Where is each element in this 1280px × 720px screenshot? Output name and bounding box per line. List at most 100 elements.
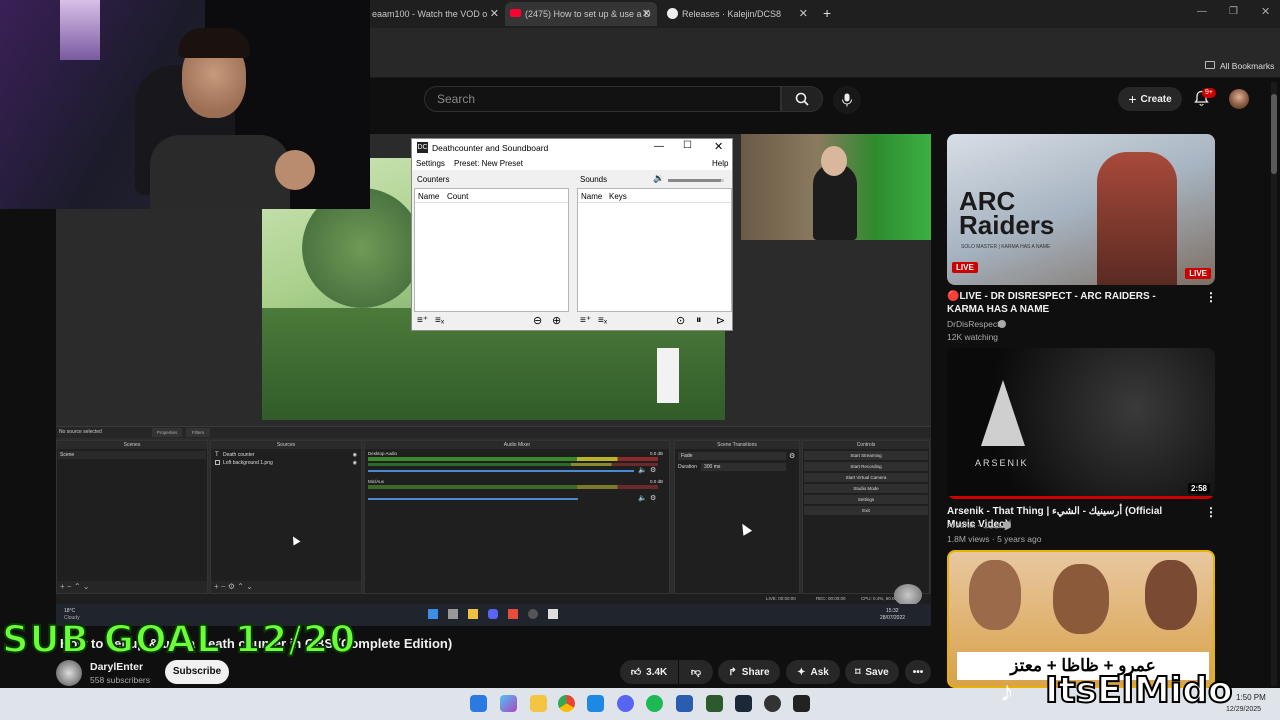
down-icon[interactable]: ⌄ [83, 582, 90, 591]
gear-icon[interactable]: ⚙ [789, 452, 795, 460]
avatar[interactable] [1229, 89, 1249, 109]
store-icon[interactable] [587, 695, 604, 712]
transition-select[interactable]: Fade [678, 452, 786, 460]
windows-start-icon[interactable] [470, 695, 487, 712]
subscribe-button[interactable]: Subscribe [165, 660, 229, 684]
folder-icon[interactable] [468, 609, 478, 619]
create-button[interactable]: + Create [1118, 87, 1182, 111]
sidebar-thumbnail[interactable]: ARC Raiders SOLO MASTER | KARMA HAS A NA… [947, 134, 1215, 285]
pause-icon[interactable]: ⏸ [696, 314, 702, 327]
menu-help[interactable]: Help [712, 159, 728, 168]
clear-counters-icon[interactable]: ≡ₓ [435, 315, 444, 326]
eye-icon[interactable]: ◉ [353, 451, 357, 459]
stop-icon[interactable]: ⊙ [676, 314, 685, 327]
page-scrollbar[interactable] [1271, 82, 1277, 686]
sidebar-thumbnail[interactable]: ARSENIK 2:58 [947, 348, 1215, 499]
discord-icon[interactable] [488, 609, 498, 619]
file-explorer-icon[interactable] [530, 695, 547, 712]
decrement-icon[interactable]: ⊖ [533, 314, 542, 327]
app-icon[interactable] [706, 695, 723, 712]
steam-icon[interactable] [735, 695, 752, 712]
gear-icon[interactable]: ⚙ [228, 582, 235, 591]
volume-slider[interactable] [368, 498, 578, 500]
deathcounter-app-icon[interactable] [793, 695, 810, 712]
add-icon[interactable]: + [214, 582, 219, 591]
properties-button[interactable]: Properties [152, 428, 182, 437]
add-sound-icon[interactable]: ≡⁺ [580, 315, 591, 326]
share-button[interactable]: ↱ Share [718, 660, 780, 684]
deathcounter-app-icon[interactable] [548, 609, 558, 619]
all-bookmarks-link[interactable]: All Bookmarks [1220, 61, 1274, 71]
play-icon[interactable]: ⊳ [716, 314, 725, 327]
close-icon[interactable]: ✕ [714, 140, 723, 153]
search-input[interactable]: Search [424, 86, 781, 112]
like-button[interactable]: 👍︎ 3.4K [620, 660, 678, 684]
volume-slider[interactable] [668, 179, 724, 182]
speaker-icon[interactable]: 🔈 [638, 494, 647, 502]
copilot-icon[interactable] [500, 695, 517, 712]
filters-button[interactable]: Filters [186, 428, 210, 437]
close-icon[interactable]: ✕ [799, 7, 808, 20]
studio-mode-button[interactable]: Studio Mode [804, 484, 928, 493]
more-options-icon[interactable]: ⋮ [1205, 290, 1217, 304]
start-streaming-button[interactable]: Start Streaming [804, 451, 928, 460]
duration-input[interactable]: 300 ms [701, 463, 786, 471]
column-header[interactable]: Name [581, 192, 602, 201]
increment-icon[interactable]: ⊕ [552, 314, 561, 327]
add-counter-icon[interactable]: ≡⁺ [417, 315, 428, 326]
ask-button[interactable]: ✦ Ask [786, 660, 840, 684]
close-icon[interactable]: ✕ [490, 7, 499, 20]
more-actions-button[interactable]: ••• [905, 660, 931, 684]
sidebar-thumbnail[interactable]: عمرو + ظاظا + معتز [947, 550, 1215, 688]
gear-icon[interactable]: ⚙ [650, 466, 656, 474]
up-icon[interactable]: ⌃ [74, 582, 81, 591]
search-button[interactable] [781, 86, 823, 112]
voice-search-button[interactable] [833, 86, 861, 114]
channel-name[interactable]: DrDisRespect [947, 319, 999, 329]
start-recording-button[interactable]: Start Recording [804, 462, 928, 471]
source-item[interactable]: T Death counter ◉ [213, 451, 361, 459]
close-window-icon[interactable]: ✕ [1261, 5, 1270, 18]
scene-item[interactable]: Scene [58, 451, 206, 459]
start-virtual-camera-button[interactable]: Start Virtual Camera [804, 473, 928, 482]
new-tab-button[interactable]: + [823, 5, 831, 21]
sounds-list[interactable]: Name Keys [577, 188, 732, 312]
source-item[interactable]: Loft background 1.png ◉ [213, 459, 361, 467]
channel-name[interactable]: DarylEnter [90, 661, 143, 673]
tab-twitch-vod[interactable]: eaam100 - Watch the VOD o ✕ [370, 2, 505, 26]
dislike-button[interactable]: 👎︎ [679, 660, 713, 684]
clear-sounds-icon[interactable]: ≡ₓ [598, 315, 607, 326]
search-icon[interactable] [448, 609, 458, 619]
close-icon[interactable]: ✕ [642, 7, 651, 20]
menu-preset[interactable]: Preset: New Preset [454, 159, 523, 168]
menu-settings[interactable]: Settings [416, 159, 445, 168]
column-header[interactable]: Name [418, 192, 439, 201]
column-header[interactable]: Keys [609, 192, 627, 201]
eye-icon[interactable]: ◉ [353, 459, 357, 467]
obs-icon[interactable] [528, 609, 538, 619]
volume-slider[interactable] [368, 470, 634, 472]
spotify-icon[interactable] [646, 695, 663, 712]
tab-youtube[interactable]: (2475) How to set up & use a D ✕ [505, 2, 657, 26]
column-header[interactable]: Count [447, 192, 468, 201]
windows-start-icon[interactable] [428, 609, 438, 619]
video-title-link[interactable]: 🔴LIVE - DR DISRESPECT - ARC RAIDERS - KA… [947, 290, 1187, 316]
scrollbar-thumb[interactable] [1271, 94, 1277, 174]
minimize-icon[interactable]: — [1197, 6, 1207, 17]
counters-list[interactable]: Name Count [414, 188, 569, 312]
exit-button[interactable]: Exit [804, 506, 928, 515]
minimize-icon[interactable]: — [654, 141, 664, 152]
app-icon[interactable] [676, 695, 693, 712]
brave-icon[interactable] [508, 609, 518, 619]
remove-icon[interactable]: − [67, 582, 72, 591]
maximize-icon[interactable]: ☐ [683, 140, 692, 151]
channel-avatar[interactable] [56, 660, 82, 686]
discord-icon[interactable] [617, 695, 634, 712]
settings-button[interactable]: Settings [804, 495, 928, 504]
up-icon[interactable]: ⌃ [237, 582, 244, 591]
gear-icon[interactable]: ⚙ [650, 494, 656, 502]
chrome-icon[interactable] [558, 695, 575, 712]
notifications-button[interactable]: 9+ [1193, 88, 1216, 112]
obs-icon[interactable] [764, 695, 781, 712]
maximize-icon[interactable]: ❐ [1229, 6, 1238, 17]
